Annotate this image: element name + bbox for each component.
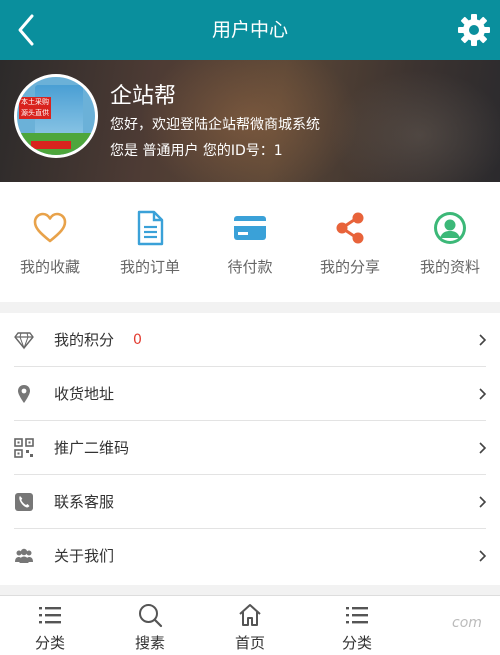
nav-label: 分类 xyxy=(341,634,372,652)
nav-label: 首页 xyxy=(234,634,265,652)
search-icon xyxy=(139,604,163,628)
points-value: 0 xyxy=(133,332,142,348)
menu-item-label: 收货地址 xyxy=(54,385,115,403)
phone-icon xyxy=(15,493,33,511)
action-label: 我的订单 xyxy=(119,258,180,276)
menu-item-customer-service[interactable]: 联系客服 xyxy=(0,475,500,529)
avatar[interactable]: 本土采购 源头直供 xyxy=(14,74,98,158)
menu-item-points[interactable]: 我的积分 0 xyxy=(0,313,500,367)
action-label: 我的收藏 xyxy=(19,258,80,276)
action-favorites[interactable]: 我的收藏 xyxy=(0,210,100,277)
list-icon xyxy=(39,607,61,624)
menu-item-address[interactable]: 收货地址 xyxy=(0,367,500,421)
menu-item-label: 推广二维码 xyxy=(54,439,130,457)
home-icon xyxy=(239,604,261,626)
welcome-text: 您好，欢迎登陆企站帮微商城系统 xyxy=(110,117,320,133)
user-name: 企站帮 xyxy=(110,84,177,109)
menu-item-about-us[interactable]: 关于我们 xyxy=(0,529,500,583)
action-pending-payment[interactable]: 待付款 xyxy=(200,210,300,277)
app-header: 用户中心 xyxy=(0,0,500,60)
avatar-product-tag: 本土采购 源头直供 xyxy=(19,97,51,119)
chevron-right-icon xyxy=(479,550,487,562)
group-icon xyxy=(15,548,33,563)
watermark: com xyxy=(452,615,482,631)
menu-item-label: 联系客服 xyxy=(54,493,115,511)
chevron-right-icon xyxy=(479,388,487,400)
action-orders[interactable]: 我的订单 xyxy=(100,210,200,277)
action-label: 我的资料 xyxy=(419,258,480,276)
bottom-nav: 分类 搜素 首页 分类 xyxy=(0,595,500,655)
document-icon xyxy=(137,210,164,246)
profile-banner: 本土采购 源头直供 企站帮 您好，欢迎登陆企站帮微商城系统 您是 普通用户 您的… xyxy=(0,60,500,182)
chevron-right-icon xyxy=(479,442,487,454)
chevron-right-icon xyxy=(479,334,487,346)
share-icon xyxy=(336,212,364,244)
nav-search[interactable]: 搜素 xyxy=(100,602,200,653)
nav-label: 搜素 xyxy=(134,634,165,652)
avatar-label-strip xyxy=(31,141,71,149)
action-profile[interactable]: 我的资料 xyxy=(400,210,500,277)
menu-list: 我的积分 0 收货地址 推广二维码 联系客服 关于我们 xyxy=(0,313,500,585)
action-label: 我的分享 xyxy=(319,258,380,276)
action-label: 待付款 xyxy=(227,258,273,276)
qrcode-icon xyxy=(14,438,34,458)
menu-item-label: 我的积分 xyxy=(54,331,115,349)
banner-background-glow xyxy=(330,70,500,182)
nav-category[interactable]: 分类 xyxy=(0,602,100,653)
action-share[interactable]: 我的分享 xyxy=(300,210,400,277)
nav-label: 分类 xyxy=(34,634,65,652)
diamond-icon xyxy=(14,332,34,350)
menu-item-qrcode[interactable]: 推广二维码 xyxy=(0,421,500,475)
menu-item-label: 关于我们 xyxy=(54,547,115,565)
user-info: 您是 普通用户 您的ID号：1 xyxy=(110,143,283,159)
card-icon xyxy=(234,216,266,240)
list-icon xyxy=(346,607,368,624)
quick-actions: 我的收藏 我的订单 待付款 我的分享 我的资料 xyxy=(0,182,500,302)
chevron-right-icon xyxy=(479,496,487,508)
page-title: 用户中心 xyxy=(211,19,288,41)
gear-icon[interactable] xyxy=(456,12,492,48)
nav-category-2[interactable]: 分类 xyxy=(307,602,407,653)
heart-icon xyxy=(33,212,67,243)
user-icon xyxy=(434,212,466,244)
location-icon xyxy=(18,385,30,403)
nav-home[interactable]: 首页 xyxy=(200,602,300,653)
